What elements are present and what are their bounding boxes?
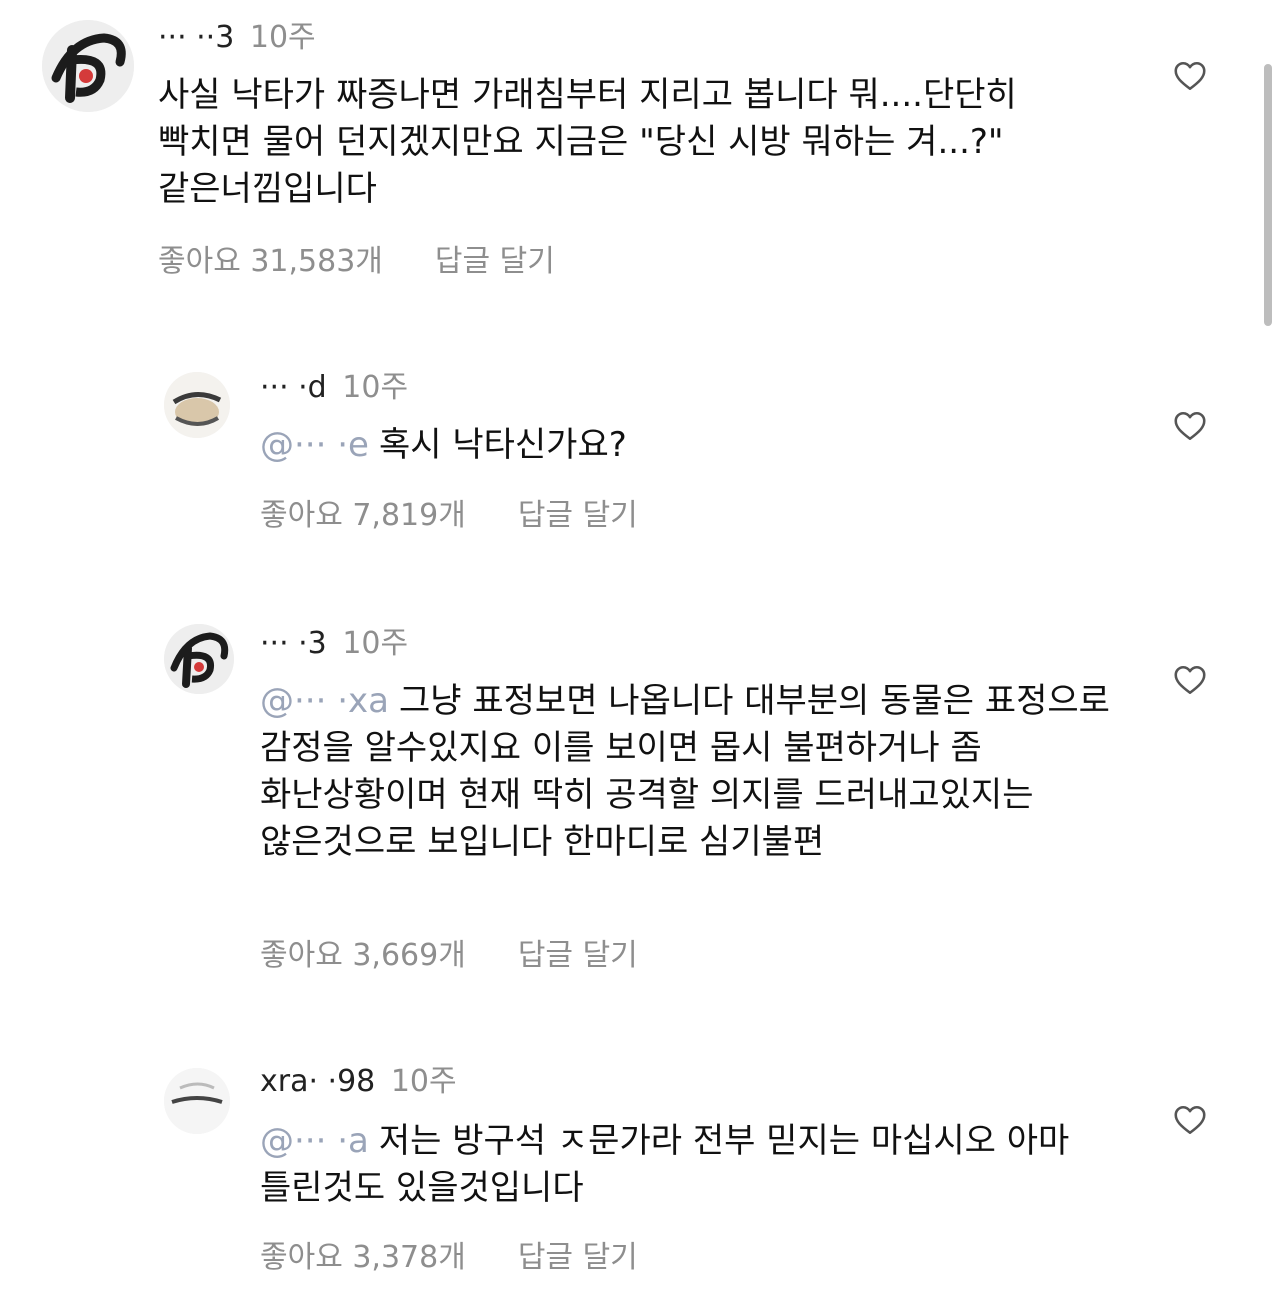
avatar-image [42, 20, 134, 112]
avatar[interactable] [164, 372, 230, 438]
avatar[interactable] [42, 20, 134, 112]
like-count[interactable]: 좋아요 3,378개 [260, 1240, 466, 1275]
comment-meta: xra· ·98 10주 [260, 1064, 457, 1100]
comment-meta: ··· ·d 10주 [260, 370, 408, 406]
avatar-image [164, 1068, 230, 1134]
comment-body: 저는 방구석 ㅈ문가라 전부 믿지는 마십시오 아마 틀린것도 있을것입니다 [260, 1121, 1070, 1208]
comment-body: 사실 낙타가 짜증나면 가래침부터 지리고 봅니다 뭐....단단히 빡치면 물… [158, 75, 1017, 209]
mention-link[interactable]: @··· ·xa [260, 681, 389, 721]
heart-outline-icon [1174, 61, 1206, 91]
comment-meta: ··· ··3 10주 [158, 20, 316, 56]
timestamp: 10주 [342, 370, 409, 405]
comment-meta: ··· ·3 10주 [260, 626, 408, 662]
like-button[interactable] [1172, 58, 1208, 94]
reply-button[interactable]: 답글 달기 [518, 1240, 638, 1275]
heart-outline-icon [1174, 1105, 1206, 1135]
username[interactable]: xra· ·98 [260, 1064, 375, 1099]
timestamp: 10주 [342, 626, 409, 661]
mention-link[interactable]: @··· ·e [260, 425, 369, 465]
comment-body: 혹시 낙타신가요? [378, 425, 627, 465]
avatar-image [164, 372, 230, 438]
mention-link[interactable]: @··· ·a [260, 1121, 369, 1161]
scrollbar[interactable] [1264, 64, 1272, 326]
comment-text: 사실 낙타가 짜증나면 가래침부터 지리고 봅니다 뭐....단단히 빡치면 물… [158, 72, 1118, 213]
comment-actions: 좋아요 3,378개 답글 달기 [260, 1240, 638, 1276]
avatar[interactable] [164, 624, 234, 694]
comment-text: @··· ·xa 그냥 표정보면 나옵니다 대부분의 동물은 표정으로 감정을 알… [260, 678, 1120, 866]
avatar-image [164, 624, 234, 694]
reply-button[interactable]: 답글 달기 [435, 244, 555, 279]
heart-outline-icon [1174, 411, 1206, 441]
like-count[interactable]: 좋아요 31,583개 [158, 244, 383, 279]
timestamp: 10주 [249, 20, 316, 55]
reply-button[interactable]: 답글 달기 [518, 498, 638, 533]
avatar[interactable] [164, 1068, 230, 1134]
username[interactable]: ··· ·3 [260, 626, 327, 661]
like-button[interactable] [1172, 408, 1208, 444]
like-button[interactable] [1172, 1102, 1208, 1138]
comment-text: @··· ·e 혹시 낙타신가요? [260, 422, 1120, 469]
comment-actions: 좋아요 31,583개 답글 달기 [158, 244, 555, 280]
timestamp: 10주 [390, 1064, 457, 1099]
like-count[interactable]: 좋아요 7,819개 [260, 498, 466, 533]
like-button[interactable] [1172, 662, 1208, 698]
comment-actions: 좋아요 3,669개 답글 달기 [260, 938, 638, 974]
username[interactable]: ··· ·d [260, 370, 327, 405]
comment-text: @··· ·a 저는 방구석 ㅈ문가라 전부 믿지는 마십시오 아마 틀린것도 있… [260, 1118, 1120, 1212]
reply-button[interactable]: 답글 달기 [518, 938, 638, 973]
heart-outline-icon [1174, 665, 1206, 695]
like-count[interactable]: 좋아요 3,669개 [260, 938, 466, 973]
comment-actions: 좋아요 7,819개 답글 달기 [260, 498, 638, 534]
username[interactable]: ··· ··3 [158, 20, 234, 55]
